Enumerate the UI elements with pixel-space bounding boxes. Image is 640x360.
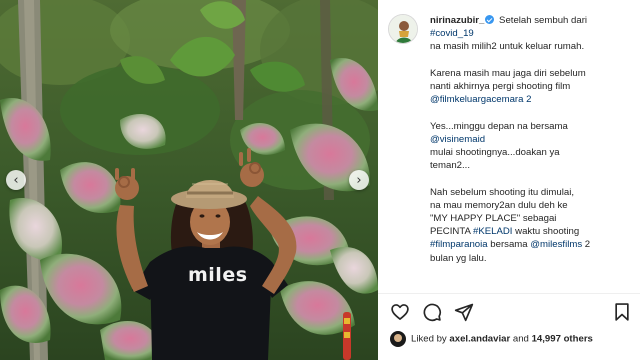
hashtag-link[interactable]: #KELADI [473, 226, 512, 237]
likes-mid: and [510, 333, 532, 345]
caption-line: nanti akhirnya pergi shooting film [430, 81, 571, 92]
post-photo[interactable]: miles ‹ › [0, 0, 378, 360]
likes-summary[interactable]: Liked by axel.andaviar and 14,997 others [390, 331, 635, 347]
avatar[interactable] [388, 14, 418, 44]
bookmark-icon[interactable] [612, 302, 632, 322]
comment-icon[interactable] [422, 302, 442, 322]
caption-line: waktu shooting [512, 226, 580, 238]
actions-divider [378, 293, 640, 294]
shirt-logo-text: miles [188, 264, 248, 286]
caption-line: na masih milih2 untuk keluar rumah. [430, 41, 585, 53]
hashtag-link[interactable]: #filmparanoia [430, 239, 488, 250]
liker-username[interactable]: axel.andaviar [449, 334, 510, 345]
avatar [390, 331, 406, 347]
username-link[interactable]: nirinazubir_ [430, 15, 484, 26]
caption-line: "MY HAPPY PLACE" sebagai [430, 213, 557, 224]
caption-line: mulai shootingnya...doakan ya [430, 147, 560, 158]
caption-line: na mau memory2an dulu deh ke [430, 199, 568, 211]
caption-line: Karena masih mau jaga diri sebelum [430, 67, 586, 79]
caption-line: bersama [487, 239, 531, 251]
mention-link[interactable]: @filmkeluargacemara 2 [430, 94, 531, 105]
verified-badge-icon [485, 15, 495, 24]
caption-line: teman2... [430, 160, 470, 172]
caption-line: PECINTA [430, 226, 474, 238]
mention-link[interactable]: @milesfilms [530, 239, 582, 250]
caption-line: bulan yg lalu. [430, 252, 487, 264]
heart-icon[interactable] [390, 302, 410, 322]
action-bar [390, 302, 630, 322]
likes-prefix: Liked by [411, 333, 450, 345]
caption-line: Setelah sembuh dari [499, 15, 588, 26]
hashtag-link[interactable]: #covid_19 [430, 28, 474, 39]
avatar-image [389, 15, 417, 43]
mention-link[interactable]: @visinemaid [430, 134, 485, 145]
caption-line: 2 [582, 239, 591, 251]
photo-scene: miles [0, 0, 378, 360]
chevron-right-icon[interactable]: › [349, 170, 369, 190]
paper-plane-icon[interactable] [454, 302, 474, 322]
post-caption: nirinazubir_ Setelah sembuh dari #covid_… [430, 14, 635, 265]
caption-line: Nah sebelum shooting itu dimulai, [430, 186, 574, 198]
chevron-left-icon[interactable]: ‹ [6, 170, 26, 190]
caption-line: Yes...minggu depan na bersama [430, 120, 568, 132]
likes-count[interactable]: 14,997 others [532, 334, 593, 345]
